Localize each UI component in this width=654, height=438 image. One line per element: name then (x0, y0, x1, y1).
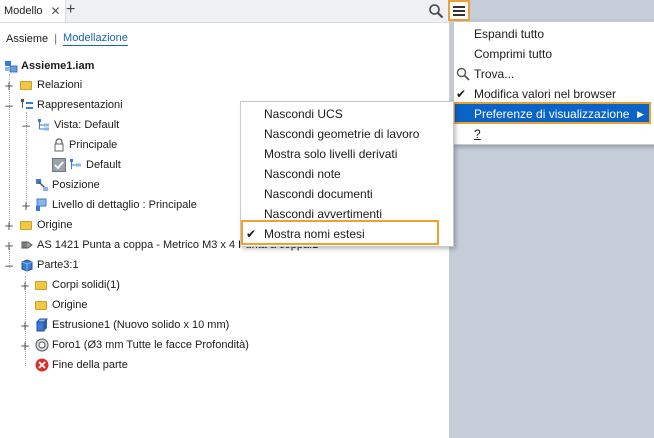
expand-icon[interactable]: + (4, 220, 14, 232)
tree-item-estrusione[interactable]: Estrusione1 (Nuovo solido x 10 mm) (35, 316, 229, 334)
collapse-icon[interactable]: − (4, 100, 14, 112)
highlight-show-extended-names (241, 220, 439, 245)
folder-icon (20, 78, 34, 92)
mode-modellazione[interactable]: Modellazione (63, 32, 128, 46)
tree-item-origine[interactable]: Origine (20, 216, 72, 234)
tree-item-label: Fine della parte (52, 359, 128, 371)
mode-assieme[interactable]: Assieme (6, 33, 48, 45)
expand-icon[interactable]: + (4, 240, 14, 252)
collapse-icon[interactable]: − (4, 260, 14, 272)
tree-root[interactable]: Assieme1.iam (4, 57, 94, 75)
tree-item-rappresentazioni[interactable]: Rappresentazioni (20, 96, 123, 114)
submenu-item-show-derived[interactable]: Mostra solo livelli derivati (241, 144, 453, 164)
tab-modello[interactable]: Modello ✕ (0, 0, 66, 22)
submenu-item-hide-work-geometry[interactable]: Nascondi geometrie di lavoro (241, 124, 453, 144)
positional-rep-icon (35, 178, 49, 192)
view-rep-icon (69, 158, 83, 172)
tree-item-posizione[interactable]: Posizione (35, 176, 100, 194)
tree-item-label: Corpi solidi(1) (52, 279, 120, 291)
tree-item-fine[interactable]: Fine della parte (35, 356, 128, 374)
part-icon (20, 258, 34, 272)
mode-switch: Assieme | Modellazione (6, 32, 128, 46)
search-icon (456, 67, 470, 81)
tree-root-label: Assieme1.iam (21, 60, 95, 72)
expand-icon[interactable]: + (20, 340, 30, 352)
expand-icon[interactable]: + (20, 320, 30, 332)
tree-item-vista[interactable]: Vista: Default (37, 116, 119, 134)
tree-line (9, 74, 10, 226)
tree-item-label: Origine (52, 299, 88, 311)
tree-item-label: Estrusione1 (Nuovo solido x 10 mm) (52, 319, 230, 331)
folder-icon (35, 298, 49, 312)
tree-item-label: Principale (69, 139, 118, 151)
submenu-item-hide-notes[interactable]: Nascondi note (241, 164, 453, 184)
tree-item-parte3[interactable]: Parte3:1 (20, 256, 79, 274)
tree-item-label: Relazioni (37, 79, 83, 91)
tree-item-label: Livello di dettaglio : Principale (52, 199, 197, 211)
tree-item-label: Default (86, 159, 121, 171)
folder-icon (20, 218, 34, 232)
browser-options-menu: Espandi tutto Comprimi tutto Trova... ✔ … (453, 21, 654, 145)
browser-header: Modello ✕ + (0, 0, 449, 23)
submenu-item-hide-documents[interactable]: Nascondi documenti (241, 184, 453, 204)
tree-item-label: Rappresentazioni (37, 99, 123, 111)
submenu-item-hide-ucs[interactable]: Nascondi UCS (241, 104, 453, 124)
tree-item-corpi[interactable]: Corpi solidi(1) (35, 276, 120, 294)
menu-item-collapse-all[interactable]: Comprimi tutto (454, 44, 654, 64)
hole-icon (35, 338, 49, 352)
menu-icon[interactable] (448, 0, 470, 21)
representations-icon (20, 98, 34, 112)
expand-icon[interactable]: + (20, 280, 30, 292)
menu-item-find[interactable]: Trova... (454, 64, 654, 84)
level-of-detail-icon (35, 198, 49, 212)
search-icon[interactable] (428, 3, 444, 19)
add-tab-icon[interactable]: + (66, 1, 75, 19)
tree-item-default[interactable]: Default (52, 156, 121, 174)
menu-item-help[interactable]: ? (454, 124, 654, 144)
assembly-icon (4, 59, 18, 73)
tree-item-label: Vista: Default (54, 119, 120, 131)
tab-label: Modello (4, 5, 43, 17)
tree-item-relazioni[interactable]: Relazioni (20, 76, 82, 94)
highlight-display-prefs (453, 102, 651, 124)
tree-item-origine2[interactable]: Origine (35, 296, 87, 314)
lock-icon (52, 138, 66, 152)
collapse-icon[interactable]: − (21, 120, 31, 132)
tree-item-label: Parte3:1 (37, 259, 79, 271)
check-icon: ✔ (456, 87, 467, 101)
checkbox-icon[interactable] (52, 158, 66, 172)
tree-item-label: Posizione (52, 179, 100, 191)
expand-icon[interactable]: + (21, 200, 31, 212)
tree-item-principale[interactable]: Principale (52, 136, 117, 154)
screw-icon (20, 238, 34, 252)
tree-item-foro[interactable]: Foro1 (Ø3 mm Tutte le facce Profondità) (35, 336, 249, 354)
end-of-part-icon (35, 358, 49, 372)
expand-icon[interactable]: + (4, 80, 14, 92)
solid-bodies-folder-icon (35, 278, 49, 292)
menu-item-expand-all[interactable]: Espandi tutto (454, 24, 654, 44)
extrude-icon (35, 318, 49, 332)
tree-item-label: Origine (37, 219, 73, 231)
close-icon[interactable]: ✕ (51, 4, 61, 18)
mode-separator: | (54, 33, 58, 45)
menu-item-modify-values[interactable]: ✔ Modifica valori nel browser (454, 84, 654, 104)
tree-item-label: Foro1 (Ø3 mm Tutte le facce Profondità) (52, 339, 249, 351)
view-rep-icon (37, 118, 51, 132)
tree-item-livello[interactable]: Livello di dettaglio : Principale (35, 196, 197, 214)
